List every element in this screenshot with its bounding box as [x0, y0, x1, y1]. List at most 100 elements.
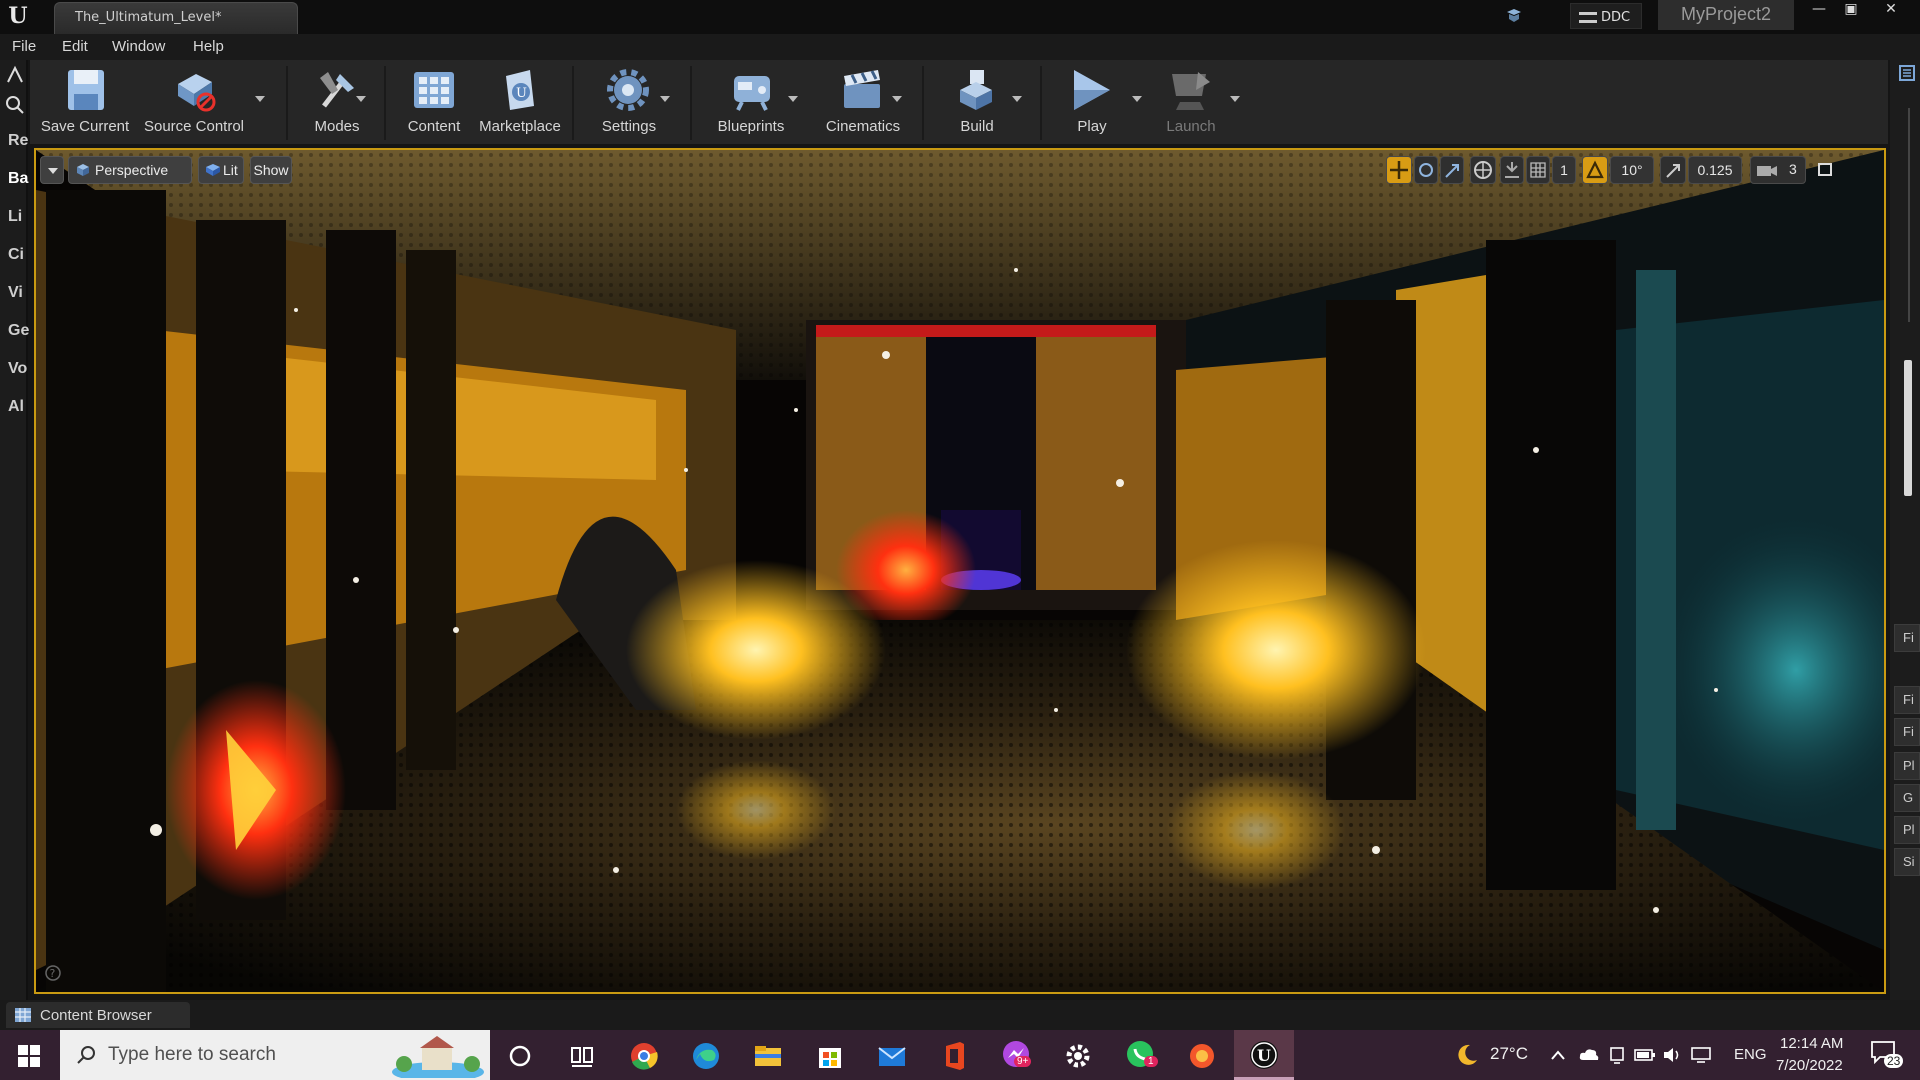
unreal-logo-icon[interactable]: U [4, 2, 32, 30]
show-button[interactable]: Show [250, 156, 292, 184]
network-icon[interactable] [1690, 1046, 1712, 1064]
temperature[interactable]: 27°C [1490, 1044, 1528, 1064]
chevron-up-icon[interactable] [1550, 1048, 1566, 1062]
moon-weather-icon[interactable] [1454, 1042, 1480, 1068]
source-control-dropdown-arrow[interactable] [255, 96, 265, 102]
save-current-button[interactable]: Save Current [32, 62, 138, 142]
menu-help[interactable]: Help [193, 38, 224, 55]
camera-speed-button[interactable]: 3 [1750, 156, 1806, 184]
play-dropdown-arrow[interactable] [1132, 96, 1142, 102]
taskbar-search-box[interactable]: Type here to search [60, 1030, 490, 1080]
office-icon[interactable] [938, 1040, 970, 1072]
right-tab-1[interactable]: Fi [1894, 624, 1920, 652]
content-browser-tab[interactable]: Content Browser [6, 1002, 190, 1028]
world-local-toggle[interactable] [1470, 156, 1496, 184]
right-tab-6[interactable]: Pl [1894, 816, 1920, 844]
scale-snap-button[interactable] [1660, 156, 1686, 184]
messenger-app[interactable]: 9+ [1000, 1038, 1036, 1074]
lit-button[interactable]: Lit [198, 156, 244, 184]
language-indicator[interactable]: ENG [1734, 1046, 1767, 1063]
right-tab-4[interactable]: Pl [1894, 752, 1920, 780]
left-tab-cinematic[interactable]: Ci [8, 246, 24, 264]
globe-icon [1474, 161, 1492, 179]
clock-date[interactable]: 7/20/2022 [1776, 1057, 1843, 1074]
maximize-viewport-button[interactable] [1814, 156, 1836, 184]
scrollbar-track[interactable] [1908, 108, 1910, 322]
menu-window[interactable]: Window [112, 38, 165, 55]
settings-gear-icon[interactable] [1062, 1040, 1094, 1072]
launch-dropdown-arrow[interactable] [1230, 96, 1240, 102]
place-mode-icon[interactable] [4, 64, 26, 86]
mail-icon[interactable] [876, 1040, 908, 1072]
scale-snap-value[interactable]: 0.125 [1688, 156, 1742, 184]
marketplace-button[interactable]: U Marketplace [476, 62, 564, 142]
play-button[interactable]: Play [1050, 62, 1134, 142]
panel-list-icon[interactable] [1898, 64, 1916, 82]
chrome-icon[interactable] [628, 1040, 660, 1072]
close-button[interactable]: ✕ [1876, 0, 1906, 20]
device-icon[interactable] [1608, 1045, 1626, 1065]
level-tab[interactable]: The_Ultimatum_Level* [54, 2, 298, 34]
source-control-button[interactable]: Source Control [140, 62, 248, 142]
left-tab-volumes[interactable]: Vo [8, 360, 27, 378]
blueprints-button[interactable]: Blueprints [698, 62, 804, 142]
surface-snap-button[interactable] [1500, 156, 1524, 184]
rotation-snap-button[interactable] [1582, 156, 1608, 184]
left-tab-all-classes[interactable]: Al [8, 398, 24, 416]
cinematics-label: Cinematics [825, 118, 901, 135]
unreal-taskbar-app[interactable]: U [1234, 1030, 1294, 1080]
grid-snap-button[interactable] [1526, 156, 1550, 184]
notification-center[interactable]: 23 [1870, 1040, 1910, 1074]
perspective-button[interactable]: Perspective [68, 156, 192, 184]
translate-tool-button[interactable] [1386, 156, 1412, 184]
left-tab-basic[interactable]: Ba [8, 170, 28, 188]
right-tab-3[interactable]: Fi [1894, 718, 1920, 746]
build-dropdown-arrow[interactable] [1012, 96, 1022, 102]
ddc-button[interactable]: DDC [1570, 3, 1642, 29]
modes-dropdown-arrow[interactable] [356, 96, 366, 102]
clock-time[interactable]: 12:14 AM [1780, 1035, 1843, 1052]
rotation-snap-value[interactable]: 10° [1610, 156, 1654, 184]
left-tab-recent[interactable]: Re [8, 132, 28, 150]
settings-button[interactable]: Settings [584, 62, 674, 142]
minimize-button[interactable]: — [1804, 0, 1834, 20]
help-question-icon[interactable]: ? [44, 964, 62, 982]
menu-file[interactable]: File [12, 38, 36, 55]
onedrive-cloud-icon[interactable] [1578, 1046, 1600, 1062]
volume-icon[interactable] [1662, 1046, 1682, 1064]
settings-dropdown-arrow[interactable] [660, 96, 670, 102]
blueprints-dropdown-arrow[interactable] [788, 96, 798, 102]
scale-tool-button[interactable] [1440, 156, 1464, 184]
cinematics-dropdown-arrow[interactable] [892, 96, 902, 102]
right-tab-2[interactable]: Fi [1894, 686, 1920, 714]
firefox-like-app-icon[interactable] [1186, 1040, 1218, 1072]
launch-button[interactable]: Launch [1148, 62, 1234, 142]
level-viewport[interactable]: Perspective Lit Show 1 10° 0.125 3 ? [34, 148, 1886, 994]
rotate-tool-button[interactable] [1414, 156, 1438, 184]
file-explorer-icon[interactable] [752, 1040, 784, 1072]
modes-button[interactable]: Modes [292, 62, 382, 142]
maximize-button[interactable]: ▣ [1836, 0, 1866, 20]
left-tab-visual-effects[interactable]: Vi [8, 284, 23, 302]
menu-bar: File Edit Window Help [0, 34, 1920, 60]
microsoft-store-icon[interactable] [814, 1040, 846, 1072]
scrollbar-thumb[interactable] [1904, 360, 1912, 496]
left-tab-lights[interactable]: Li [8, 208, 22, 226]
left-tab-geometry[interactable]: Ge [8, 322, 29, 340]
content-button[interactable]: Content [394, 62, 474, 142]
right-tab-5[interactable]: G [1894, 784, 1920, 812]
viewport-options-button[interactable] [40, 156, 64, 184]
whatsapp-app[interactable]: 1 [1124, 1038, 1160, 1074]
menu-edit[interactable]: Edit [62, 38, 88, 55]
cortana-icon[interactable] [504, 1040, 536, 1072]
notification-icon[interactable] [1504, 6, 1524, 26]
battery-icon[interactable] [1634, 1047, 1656, 1063]
cinematics-button[interactable]: Cinematics [808, 62, 918, 142]
right-tab-7[interactable]: Si [1894, 848, 1920, 876]
build-button[interactable]: Build [932, 62, 1022, 142]
search-icon[interactable] [4, 94, 26, 116]
windows-start-icon[interactable] [18, 1045, 40, 1067]
edge-icon[interactable] [690, 1040, 722, 1072]
task-view-icon[interactable] [566, 1040, 598, 1072]
grid-snap-value[interactable]: 1 [1552, 156, 1576, 184]
